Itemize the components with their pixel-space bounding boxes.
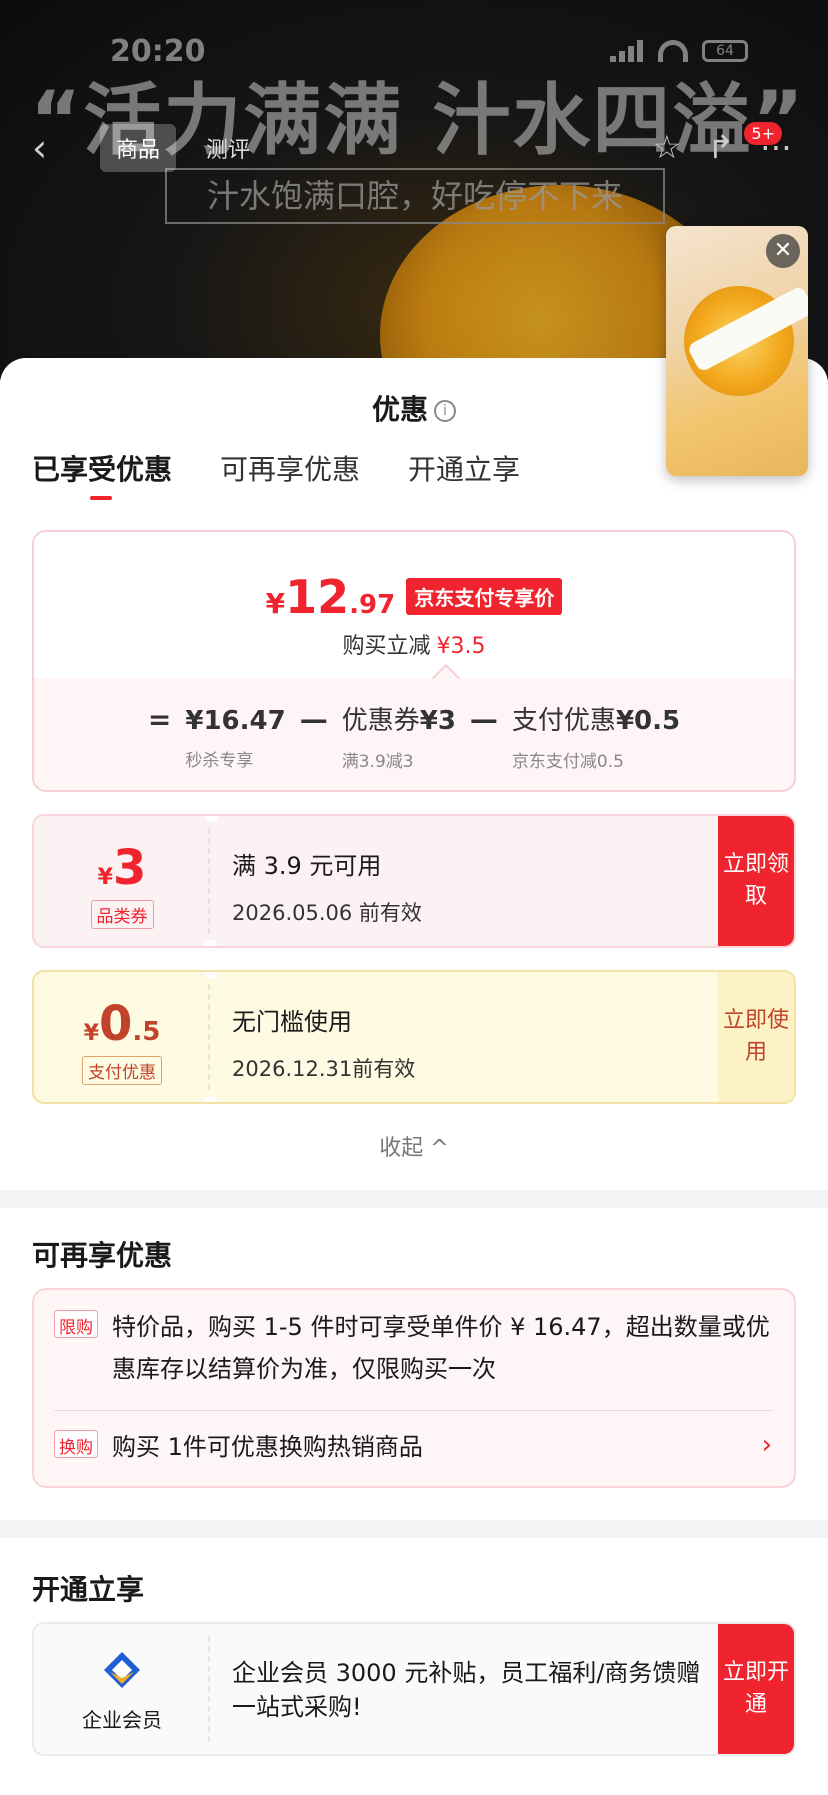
enterprise-member-card: 企业会员 企业会员 3000 元补贴，员工福利/商务馈赠一站式采购! 立即开通 <box>32 1622 796 1756</box>
close-icon[interactable]: ✕ <box>766 234 800 268</box>
tab-product[interactable]: 商品 <box>100 124 177 172</box>
more-discounts-card: 限购 特价品，购买 1-5 件时可享受单件价 ¥ 16.47，超出数量或优惠库存… <box>32 1288 796 1488</box>
discount-tabs: 已享受优惠 可再享优惠 开通立享 <box>32 448 520 502</box>
back-icon[interactable]: ‹ <box>32 128 68 168</box>
status-time: 20:20 <box>110 34 206 69</box>
favorite-star-icon[interactable]: ☆ <box>653 128 682 166</box>
category-coupon-card: ¥3 品类券 满 3.9 元可用 2026.05.06 前有效 立即领取 <box>32 814 796 948</box>
coupon-amount: ¥0.5 <box>83 996 161 1052</box>
info-icon[interactable]: i <box>434 400 456 422</box>
floating-video-player[interactable]: ✕ <box>666 226 808 476</box>
tab-more[interactable]: 可再享优惠 <box>220 448 360 502</box>
use-now-button[interactable]: 立即使用 <box>718 972 794 1102</box>
coupon-amount: ¥3 <box>97 840 147 896</box>
coupon-condition: 满 3.9 元可用 <box>232 852 382 880</box>
coupon-expiry: 2026.12.31前有效 <box>232 1057 416 1081</box>
section-divider <box>0 1520 828 1538</box>
top-nav: ‹ 商品 测评 ☆ ↱ ⋯ 5+ <box>0 120 828 180</box>
tab-review[interactable]: 测评 <box>190 124 266 172</box>
payment-discount-card: ¥0.5 支付优惠 无门槛使用 2026.12.31前有效 立即使用 <box>32 970 796 1104</box>
more-icon[interactable]: ⋯ 5+ <box>744 122 792 166</box>
exchange-tag: 换购 <box>54 1430 98 1458</box>
coupon-expiry: 2026.05.06 前有效 <box>232 901 422 925</box>
collapse-button[interactable]: 收起 ^ <box>0 1130 828 1162</box>
battery-icon: 64 <box>702 40 748 62</box>
status-bar: 20:20 64 <box>0 34 828 74</box>
chevron-up-icon: ^ <box>430 1136 449 1161</box>
exchange-rule[interactable]: 换购 购买 1件可优惠换购热销商品 <box>54 1426 774 1468</box>
message-badge: 5+ <box>744 122 782 145</box>
section-divider <box>0 1190 828 1208</box>
open-enjoy-title: 开通立享 <box>32 1573 145 1606</box>
instant-reduction: 购买立减 ¥3.5 <box>342 634 486 659</box>
limit-rule: 限购 特价品，购买 1-5 件时可享受单件价 ¥ 16.47，超出数量或优惠库存… <box>54 1306 774 1390</box>
limit-tag: 限购 <box>54 1310 98 1338</box>
tab-enjoyed[interactable]: 已享受优惠 <box>32 448 172 502</box>
jd-pay-price-tag: 京东支付专享价 <box>406 578 563 615</box>
enterprise-member-text: 企业会员 3000 元补贴，员工福利/商务馈赠一站式采购! <box>232 1659 701 1721</box>
price-formula: = ¥16.47 秒杀专享 — 优惠券¥3 满3.9减3 — 支付优惠¥0.5 … <box>34 678 794 790</box>
signal-icon <box>610 40 644 62</box>
discount-sheet: 优惠 i 已享受优惠 可再享优惠 开通立享 ¥12.97 京东支付专享价 购买立减… <box>0 358 828 1795</box>
final-price: ¥12.97 京东支付专享价 <box>34 570 794 624</box>
wifi-icon <box>658 40 688 62</box>
enterprise-member-logo-icon <box>104 1652 140 1688</box>
share-icon[interactable]: ↱ <box>707 128 734 166</box>
coupon-type-tag: 支付优惠 <box>82 1056 162 1085</box>
tab-open[interactable]: 开通立享 <box>408 448 520 502</box>
chevron-right-icon[interactable]: › <box>762 1430 772 1460</box>
enterprise-member-label: 企业会员 <box>82 1708 162 1732</box>
base-price: ¥16.47 <box>185 706 286 736</box>
more-discounts-title: 可再享优惠 <box>32 1239 173 1272</box>
open-now-button[interactable]: 立即开通 <box>718 1624 794 1754</box>
claim-coupon-button[interactable]: 立即领取 <box>718 816 794 946</box>
price-summary-card: ¥12.97 京东支付专享价 购买立减 ¥3.5 = ¥16.47 秒杀专享 — … <box>32 530 796 792</box>
coupon-type-tag: 品类券 <box>90 900 154 929</box>
coupon-condition: 无门槛使用 <box>232 1008 352 1036</box>
